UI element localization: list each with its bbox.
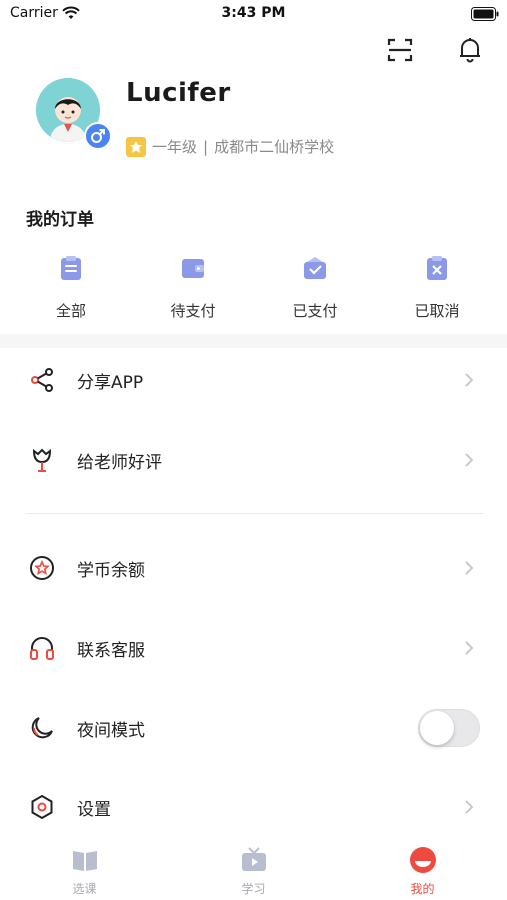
clipboard-icon (57, 254, 85, 286)
wallet-icon (179, 254, 207, 286)
tab-study-label: 学习 (241, 882, 266, 896)
rank-icon (126, 136, 146, 157)
menu-night-label: 夜间模式 (77, 720, 145, 741)
headphones-icon (28, 634, 56, 662)
chevron-right-icon (463, 450, 475, 470)
menu-rate-label: 给老师好评 (77, 452, 162, 473)
menu-settings-label: 设置 (77, 799, 111, 820)
tab-study[interactable]: 学习 (194, 838, 314, 900)
menu-share[interactable]: 分享APP (0, 350, 507, 410)
tab-mine[interactable]: 我的 (363, 838, 483, 900)
orders-title: 我的订单 (26, 210, 94, 230)
menu-settings[interactable]: 设置 (0, 777, 507, 837)
orders-row: 全部 待支付 已支付 已取消 (10, 254, 498, 321)
header-actions (385, 36, 485, 68)
tab-courses-label: 选课 (72, 882, 97, 896)
scan-icon (387, 37, 413, 67)
menu-share-label: 分享APP (77, 372, 144, 393)
order-pending-label: 待支付 (170, 302, 216, 320)
bell-icon (458, 37, 482, 67)
school-label: 成都市二仙桥学校 (214, 138, 335, 156)
order-cancelled[interactable]: 已取消 (376, 254, 498, 321)
menu-rate-teacher[interactable]: 给老师好评 (0, 430, 507, 490)
chevron-right-icon (463, 370, 475, 390)
menu-divider (26, 513, 484, 514)
order-paid[interactable]: 已支付 (254, 254, 376, 321)
share-icon (28, 366, 56, 394)
tab-courses[interactable]: 选课 (25, 838, 145, 900)
chevron-right-icon (463, 797, 475, 817)
info-separator: | (203, 137, 209, 156)
scan-button[interactable] (385, 37, 415, 67)
order-pending[interactable]: 待支付 (132, 254, 254, 321)
school-info: 一年级 | 成都市二仙桥学校 (126, 136, 334, 157)
toggle-knob (420, 711, 454, 745)
section-divider (0, 334, 507, 348)
battery-icon (471, 6, 499, 25)
menu-customer-service[interactable]: 联系客服 (0, 618, 507, 678)
menu-night-mode: 夜间模式 (0, 698, 507, 758)
grade-label: 一年级 (152, 138, 198, 156)
tv-icon (240, 846, 268, 878)
order-paid-label: 已支付 (292, 302, 338, 320)
order-cancelled-label: 已取消 (414, 302, 460, 320)
book-icon (71, 846, 99, 878)
smile-icon (409, 846, 437, 878)
order-all[interactable]: 全部 (10, 254, 132, 321)
chevron-right-icon (463, 558, 475, 578)
moon-icon (28, 714, 56, 742)
username: Lucifer (126, 78, 231, 108)
clock: 3:43 PM (221, 5, 286, 21)
cancel-icon (423, 254, 451, 286)
paid-icon (301, 254, 329, 286)
notification-button[interactable] (455, 37, 485, 67)
chevron-right-icon (463, 638, 475, 658)
menu-coin-balance[interactable]: 学币余额 (0, 538, 507, 598)
gear-icon (28, 793, 56, 821)
status-bar: Carrier 3:43 PM (0, 0, 507, 28)
male-icon (84, 122, 112, 150)
flower-icon (28, 446, 56, 474)
tab-bar: 选课 学习 我的 (0, 838, 507, 900)
coin-icon (28, 554, 56, 582)
profile-header: Lucifer 一年级 | 成都市二仙桥学校 (36, 78, 476, 168)
menu-coin-label: 学币余额 (77, 560, 145, 581)
order-all-label: 全部 (55, 302, 86, 320)
night-mode-toggle[interactable] (418, 709, 480, 747)
tab-mine-label: 我的 (410, 882, 435, 896)
menu-support-label: 联系客服 (77, 640, 145, 661)
